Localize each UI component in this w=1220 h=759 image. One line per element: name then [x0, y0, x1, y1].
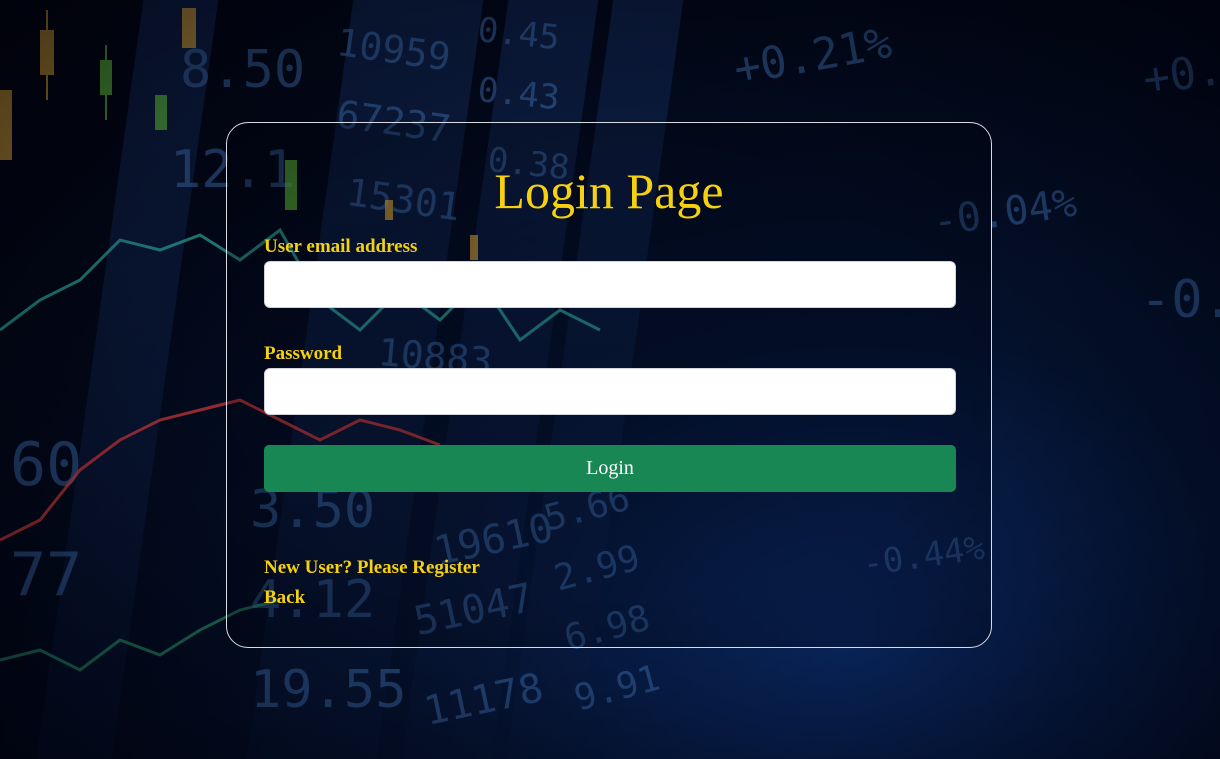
- login-card: Login Page User email address Password L…: [226, 122, 992, 648]
- email-label: User email address: [264, 236, 418, 257]
- password-field[interactable]: [264, 368, 956, 415]
- page-title: Login Page: [494, 163, 724, 219]
- register-link[interactable]: New User? Please Register: [264, 557, 480, 579]
- email-field[interactable]: [264, 261, 956, 308]
- password-label: Password: [264, 343, 343, 364]
- login-button[interactable]: Login: [264, 445, 956, 492]
- back-link[interactable]: Back: [264, 587, 305, 609]
